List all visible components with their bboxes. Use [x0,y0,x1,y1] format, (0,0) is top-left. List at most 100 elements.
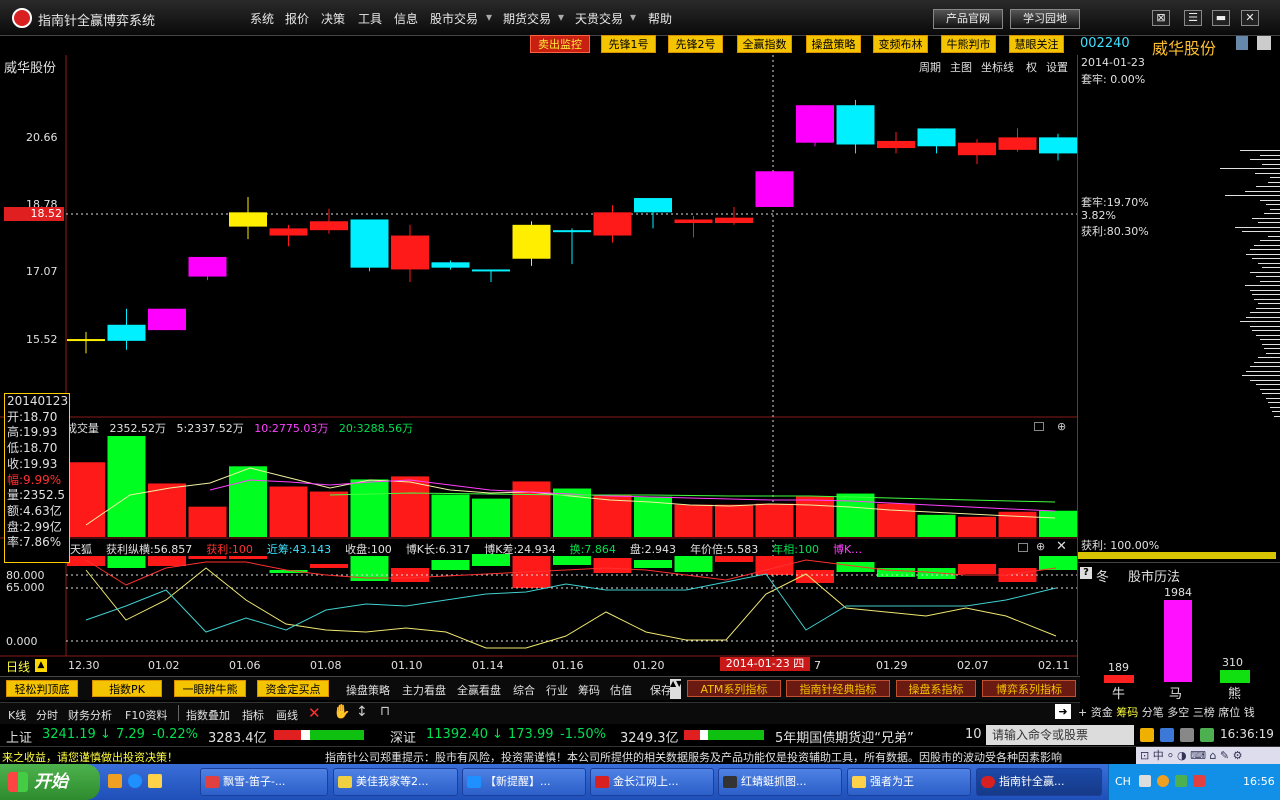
focus-button[interactable]: 慧眼关注 [1009,35,1064,53]
close-icon[interactable]: ✕ [1241,10,1259,26]
menu-icon[interactable]: ☰ [1184,10,1202,26]
trading-indicators-button[interactable]: 操盘系指标 [896,680,976,697]
fund-buy-point-button[interactable]: 资金定买点 [257,680,329,697]
move-icon[interactable]: ↕ [356,704,368,720]
chevron-down-icon[interactable]: ▾ [630,10,636,24]
option-right[interactable]: 权 [1026,59,1037,75]
ie-icon[interactable] [128,774,142,788]
tab-full-view[interactable]: 全赢看盘 [457,682,501,698]
task-reminder[interactable]: 【新提醒】... [462,768,586,796]
tab-chips2[interactable]: 筹码 [1116,706,1138,719]
pioneer1-button[interactable]: 先锋1号 [601,35,656,53]
top-bottom-button[interactable]: 轻松判顶底 [6,680,78,697]
tab-valuation[interactable]: 估值 [610,682,632,698]
scroll-arrows-icon[interactable]: ▲▼ [670,679,682,699]
task-zhinanzhen[interactable]: 指南针全赢... [976,768,1102,796]
news-ticker[interactable]: 5年期国债期货迎“兄弟” [775,727,914,746]
book-icon[interactable] [1257,36,1271,50]
bull-bear-eye-button[interactable]: 一眼辨牛熊 [174,680,246,697]
tab-index-overlay[interactable]: 指数叠加 [186,707,230,723]
lock-icon[interactable]: ⊓ [380,704,390,719]
window-icon[interactable] [1018,543,1028,552]
hand-icon[interactable]: ✋ [333,704,350,720]
quanying-index-button[interactable]: 全赢指数 [737,35,792,53]
pioneer2-button[interactable]: 先锋2号 [668,35,723,53]
menu-futures-trade[interactable]: 期货交易 [503,10,551,27]
tab-comprehensive[interactable]: 综合 [513,682,535,698]
game-indicators-button[interactable]: 博弈系列指标 [982,680,1076,697]
period-label[interactable]: 日线 [6,658,30,675]
tray-icon[interactable] [1175,775,1187,787]
index-pk-button[interactable]: 指数PK [92,680,162,697]
tab-ticks[interactable]: 分笔 [1142,706,1164,719]
tab-funds[interactable]: 资金 [1091,706,1113,719]
close-icon[interactable]: ✕ [1056,539,1067,554]
zoom-icon[interactable]: ⊕ [1036,540,1045,553]
menu-info[interactable]: 信息 [394,10,418,27]
classic-indicators-button[interactable]: 指南针经典指标 [786,680,890,697]
tab-finance[interactable]: 财务分析 [68,707,112,723]
zoom-icon[interactable]: ⊕ [1057,420,1066,433]
menu-quote[interactable]: 报价 [285,10,309,27]
menu-help[interactable]: 帮助 [648,10,672,27]
ime-label[interactable]: CH [1115,775,1131,788]
chevron-down-icon[interactable]: ▾ [486,10,492,24]
bull-bear-button[interactable]: 牛熊判市 [941,35,996,53]
trade-strategy-button[interactable]: 操盘策略 [806,35,861,53]
arrow-right-icon[interactable]: ➜ [1055,704,1071,719]
bell-icon[interactable] [1140,728,1154,742]
tab-drawline[interactable]: 画线 [276,707,298,723]
tab-save[interactable]: 保存 [650,682,672,698]
folder-icon[interactable] [148,774,162,788]
minimize-icon[interactable]: ▬ [1212,10,1230,26]
menu-tools[interactable]: 工具 [358,10,382,27]
tab-intraday[interactable]: 分时 [36,707,58,723]
atm-indicators-button[interactable]: ATM系列指标 [687,680,781,697]
quicklaunch-icon[interactable] [108,774,122,788]
option-period[interactable]: 周期 [919,59,941,75]
task-music[interactable]: 飘雪-笛子-... [200,768,328,796]
tray-icon[interactable] [1193,775,1205,787]
task-folder[interactable]: 强者为王 [847,768,971,796]
tab-kline[interactable]: K线 [8,707,26,723]
menu-decision[interactable]: 决策 [321,10,345,27]
sound-icon[interactable] [1160,728,1174,742]
menu-tiangui-trade[interactable]: 天贵交易 [575,10,623,27]
window-icon[interactable] [1034,422,1044,431]
task-changjiang[interactable]: 金长江网上... [590,768,714,796]
learning-button[interactable]: 学习园地 [1010,9,1080,29]
tab-strategy[interactable]: 操盘策略 [346,682,390,698]
freq-bollinger-button[interactable]: 变频布林 [873,35,928,53]
tray-icon[interactable] [1139,775,1151,787]
close-x-icon[interactable]: ⊠ [1152,10,1170,26]
status-icon[interactable] [1200,728,1214,742]
delete-icon[interactable]: ✕ [308,704,321,722]
edit-icon[interactable] [1236,36,1248,50]
tab-indicator[interactable]: 指标 [242,707,264,723]
menu-system[interactable]: 系统 [250,10,274,27]
ime-toolbar[interactable]: ⊡ 中 ⸰ ◑ ⌨ ⌂ ✎ ⚙ [1136,747,1280,765]
sell-monitor-button[interactable]: 卖出监控 [530,35,590,53]
command-input[interactable]: 请输入命令或股票 [986,725,1134,745]
chevron-down-icon[interactable]: ▾ [558,10,564,24]
tab-chips[interactable]: 筹码 [578,682,600,698]
tab-longshort[interactable]: 多空 [1167,706,1189,719]
menu-stock-trade[interactable]: 股市交易 [430,10,478,27]
option-main[interactable]: 主图 [950,59,972,75]
task-meijia[interactable]: 美佳我家等2... [333,768,458,796]
tab-main-force[interactable]: 主力看盘 [402,682,446,698]
tab-seats[interactable]: 席位 [1218,706,1240,719]
option-axis[interactable]: 坐标线 [981,59,1014,75]
kline-chart[interactable] [0,55,1080,675]
option-settings[interactable]: 设置 [1046,59,1068,75]
product-site-button[interactable]: 产品官网 [933,9,1003,29]
tab-industry[interactable]: 行业 [546,682,568,698]
tab-rank[interactable]: 三榜 [1193,706,1215,719]
help-icon[interactable]: ? [1080,567,1092,579]
tray-icon[interactable] [1157,775,1169,787]
arrow-up-icon[interactable]: ▲ [35,659,47,672]
tab-money[interactable]: 钱 [1244,706,1255,719]
network-icon[interactable] [1180,728,1194,742]
tab-f10[interactable]: F10资料 [125,707,167,723]
task-screenshot[interactable]: 红蜻蜓抓图... [718,768,842,796]
